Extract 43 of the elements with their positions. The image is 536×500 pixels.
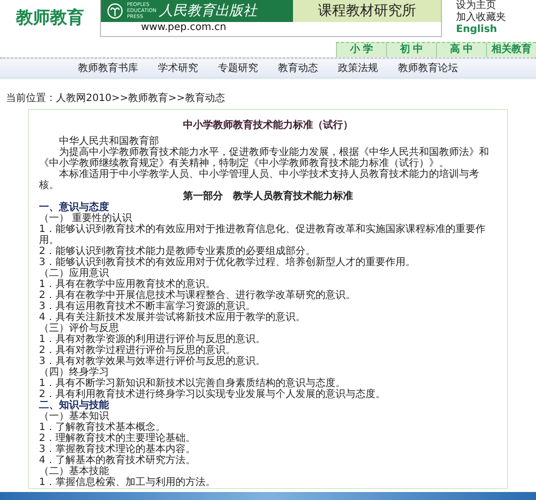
breadcrumb: 当前位置：人教网2010>>教师教育>>教育动态	[5, 92, 226, 106]
list-item: 1．具有对教学资源的利用进行评价与反思的意识。	[39, 334, 266, 345]
subsection-heading: （一） 重要性的认识	[39, 213, 132, 224]
list-item: 3．掌握教育技术理论的基本内容。	[39, 444, 196, 455]
list-item: 1．能够认识到教育技术的有效应用对于推进教育信息化、促进教育改革和实施国家课程标准的重要作用。	[39, 224, 486, 246]
list-item: 2．理解教育技术的主要理论基础。	[39, 433, 196, 444]
part-heading: 第一部分 教学人员教育技术能力标准	[182, 191, 354, 202]
header-link[interactable]: English	[456, 24, 506, 36]
subsection-heading: （四）终身学习	[39, 367, 110, 378]
institute-name: 课程教材研究所	[293, 0, 441, 22]
list-item: 1．掌握信息检索、加工与利用的方法。	[39, 477, 216, 488]
nav-link[interactable]: 学术研究	[158, 61, 198, 75]
list-item: 2．能够认识到教育技术能力是教师专业素质的必要组成部分。	[39, 246, 316, 257]
subsection-heading: （三）评价与反思	[39, 323, 120, 334]
list-item: 2．具有对教学过程进行评价与反思的意识。	[39, 345, 236, 356]
article-title: 中小学教师教育技术能力标准（试行）	[182, 118, 354, 132]
paragraph: 中华人民共和国教育部	[58, 136, 159, 147]
list-item: 2．具有在教学中开展信息技术与课程整合、进行教学改革研究的意识。	[39, 290, 356, 301]
paragraph: 本标准适用于中小学教学人员、中小学管理人员、中小学技术支持人员教育技术能力的培训与考核。	[39, 169, 480, 191]
list-item: 4．了解基本的教育技术研究方法。	[39, 455, 196, 466]
publisher-name: 人民教育出版社	[159, 2, 257, 20]
header-link[interactable]: 加入收藏夹	[456, 12, 506, 24]
list-item: 4．具有关注新技术发展并尝试将新技术应用于教学的意识。	[39, 312, 306, 323]
list-item: 3．具有对教学效果与效率进行评价与反思的意识。	[39, 356, 266, 367]
list-item: 2．具有利用教育技术进行终身学习以实现专业发展与个人发展的意识与态度。	[39, 389, 386, 400]
nav-link[interactable]: 教育动态	[278, 61, 318, 75]
nav-link[interactable]: 专题研究	[218, 61, 258, 75]
list-item: 1．具有在教学中应用教育技术的意识。	[39, 279, 216, 290]
site-logo[interactable]: 教师教育	[0, 0, 100, 29]
section-heading: 二、知识与技能	[39, 400, 110, 411]
list-item: 1．具有不断学习新知识和新技术以完善自身素质结构的意识与态度。	[39, 378, 346, 389]
list-item: 3．具有运用教育技术不断丰富学习资源的意识。	[39, 301, 256, 312]
nav-link[interactable]: 教师教育书库	[78, 61, 138, 75]
paragraph: 为提高中小学教师教育技术能力水平，促进教师专业能力发展，根据《中华人民共和国教师法》和《中小学教师继续教育规定》有关精神，特制定《中小学教师教育技术能力标准（试行）》。	[39, 147, 490, 169]
nav-link[interactable]: 政策法规	[338, 61, 378, 75]
subsection-heading: （二）应用意识	[39, 268, 109, 279]
list-item: 1．了解教育技术基本概念。	[39, 422, 166, 433]
list-item: 3．能够认识到教育技术的有效应用对于优化教学过程、培养创新型人才的重要作用。	[39, 257, 416, 268]
section-heading: 一、意识与态度	[39, 202, 110, 213]
nav-link[interactable]: 教师教育论坛	[398, 61, 458, 75]
website-url: www.pep.com.cn	[140, 22, 228, 33]
subsection-heading: （一）基本知识	[39, 411, 109, 422]
subsection-heading: （二）基本技能	[39, 466, 109, 477]
